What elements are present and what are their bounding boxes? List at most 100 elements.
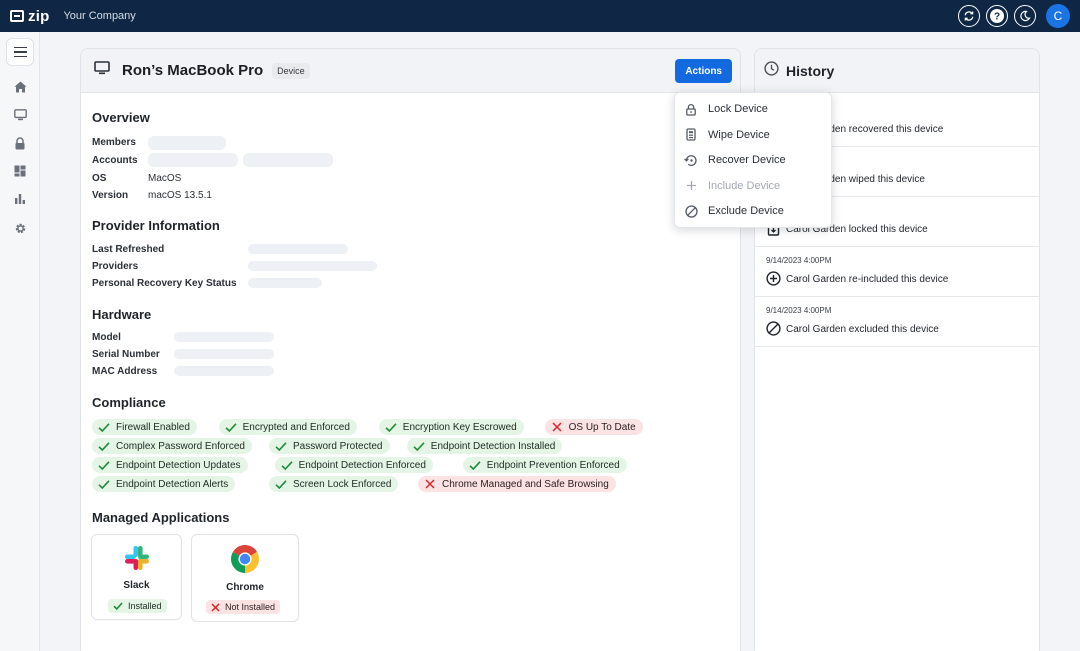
lock-icon[interactable] [12, 135, 28, 151]
device-panel: Ron’s MacBook Pro Device Actions Overvie… [80, 48, 741, 651]
ban-icon [766, 321, 781, 336]
mac-label: MAC Address [92, 366, 158, 377]
company-name: Your Company [63, 10, 136, 22]
version-label: Version [92, 190, 129, 201]
dashboard-icon[interactable] [12, 163, 28, 179]
app-status-label: Not Installed [225, 602, 276, 612]
mac-placeholder [174, 366, 274, 376]
check-icon [98, 478, 110, 490]
compliance-chip-label: Chrome Managed and Safe Browsing [442, 478, 609, 490]
serial-label: Serial Number [92, 349, 160, 360]
compliance-chip-label: Endpoint Detection Updates [116, 459, 241, 471]
apps-title: Managed Applications [92, 510, 230, 525]
x-icon [551, 421, 563, 433]
os-label: OS [92, 173, 107, 184]
x-icon [424, 478, 436, 490]
actions-button[interactable]: Actions [675, 59, 732, 83]
accounts-label: Accounts [92, 155, 138, 166]
sidebar [0, 32, 40, 651]
reports-icon[interactable] [12, 191, 28, 207]
app-card-chrome[interactable]: Chrome Not Installed [191, 534, 299, 622]
logo-text: zip [28, 7, 50, 25]
compliance-chip-label: Endpoint Detection Installed [430, 440, 556, 452]
x-icon [211, 602, 220, 612]
history-text: Carol Garden re-included this device [786, 274, 949, 285]
check-icon [281, 459, 293, 471]
app-name: Chrome [226, 582, 264, 593]
settings-icon[interactable] [12, 220, 28, 236]
device-tag: Device [272, 62, 310, 79]
avatar[interactable]: C [1046, 4, 1070, 28]
compliance-chip: Password Protected [269, 438, 390, 454]
compliance-title: Compliance [92, 395, 166, 410]
menu-item-lock-device[interactable]: Lock Device [675, 97, 831, 121]
providers-placeholder [248, 261, 377, 271]
plus-circle-icon [766, 271, 781, 286]
check-icon [413, 440, 425, 452]
compliance-chip: OS Up To Date [544, 419, 643, 435]
app-status-badge: Not Installed [206, 600, 281, 614]
compliance-chip-label: Password Protected [293, 440, 383, 452]
version-value: macOS 13.5.1 [148, 190, 212, 201]
check-icon [225, 421, 237, 433]
app-name: Slack [123, 580, 150, 591]
serial-placeholder [174, 349, 274, 359]
menu-item-label: Recover Device [708, 154, 786, 167]
overview-title: Overview [92, 110, 150, 125]
chrome-icon [230, 544, 260, 579]
history-header: History [755, 49, 1039, 93]
menu-item-label: Include Device [708, 179, 781, 192]
menu-item-label: Lock Device [708, 103, 768, 115]
history-item: 9/14/2023 4:00PM Carol Garden re-included… [755, 247, 1039, 297]
home-icon[interactable] [12, 79, 28, 95]
model-placeholder [174, 332, 274, 342]
compliance-chip-label: Encrypted and Enforced [242, 421, 350, 433]
clock-icon [764, 60, 779, 81]
accounts-placeholder [148, 153, 238, 167]
recover-icon [684, 153, 698, 167]
check-icon [98, 440, 110, 452]
history-title: History [786, 62, 835, 79]
ban-icon [684, 204, 698, 218]
menu-icon[interactable] [6, 38, 34, 66]
compliance-chip-label: Endpoint Detection Enforced [298, 459, 426, 471]
devices-icon[interactable] [12, 107, 28, 123]
slack-icon [124, 545, 150, 576]
history-item: 9/14/2023 4:00PM Carol Garden excluded th… [755, 297, 1039, 347]
last-refreshed-placeholder [248, 244, 348, 254]
check-icon [275, 478, 287, 490]
compliance-chip: Firewall Enabled [92, 419, 197, 435]
app-status-label: Installed [128, 601, 162, 611]
logo-icon [10, 10, 24, 22]
compliance-chip: Endpoint Detection Installed [406, 438, 563, 454]
dark-mode-icon[interactable] [1014, 5, 1036, 27]
menu-item-include-device: Include Device [675, 174, 831, 198]
check-icon [469, 459, 481, 471]
svg-text:?: ? [994, 12, 1000, 23]
logo[interactable]: zip [10, 8, 49, 25]
app-card-slack[interactable]: Slack Installed [91, 534, 182, 620]
members-placeholder [148, 136, 226, 150]
model-label: Model [92, 332, 121, 343]
compliance-chip: Endpoint Detection Updates [92, 457, 248, 473]
compliance-chip: Encrypted and Enforced [218, 419, 357, 435]
lock-icon [684, 102, 698, 116]
menu-item-wipe-device[interactable]: Wipe Device [675, 123, 831, 147]
check-icon [275, 440, 287, 452]
compliance-chip-label: Screen Lock Enforced [293, 478, 392, 490]
menu-item-label: Wipe Device [708, 128, 770, 141]
compliance-chip-label: Encryption Key Escrowed [402, 421, 517, 433]
monitor-icon [94, 61, 110, 80]
sync-icon[interactable] [958, 5, 980, 27]
recovery-key-placeholder [248, 278, 322, 288]
compliance-chip: Chrome Managed and Safe Browsing [418, 476, 616, 492]
menu-item-exclude-device[interactable]: Exclude Device [675, 199, 831, 223]
check-icon [385, 421, 397, 433]
providers-label: Providers [92, 261, 139, 272]
check-icon [98, 421, 110, 433]
help-icon[interactable]: ? [986, 5, 1008, 27]
os-value: MacOS [148, 173, 182, 184]
menu-item-recover-device[interactable]: Recover Device [675, 148, 831, 172]
check-icon [98, 459, 110, 471]
history-time: 9/14/2023 4:00PM [766, 256, 832, 265]
